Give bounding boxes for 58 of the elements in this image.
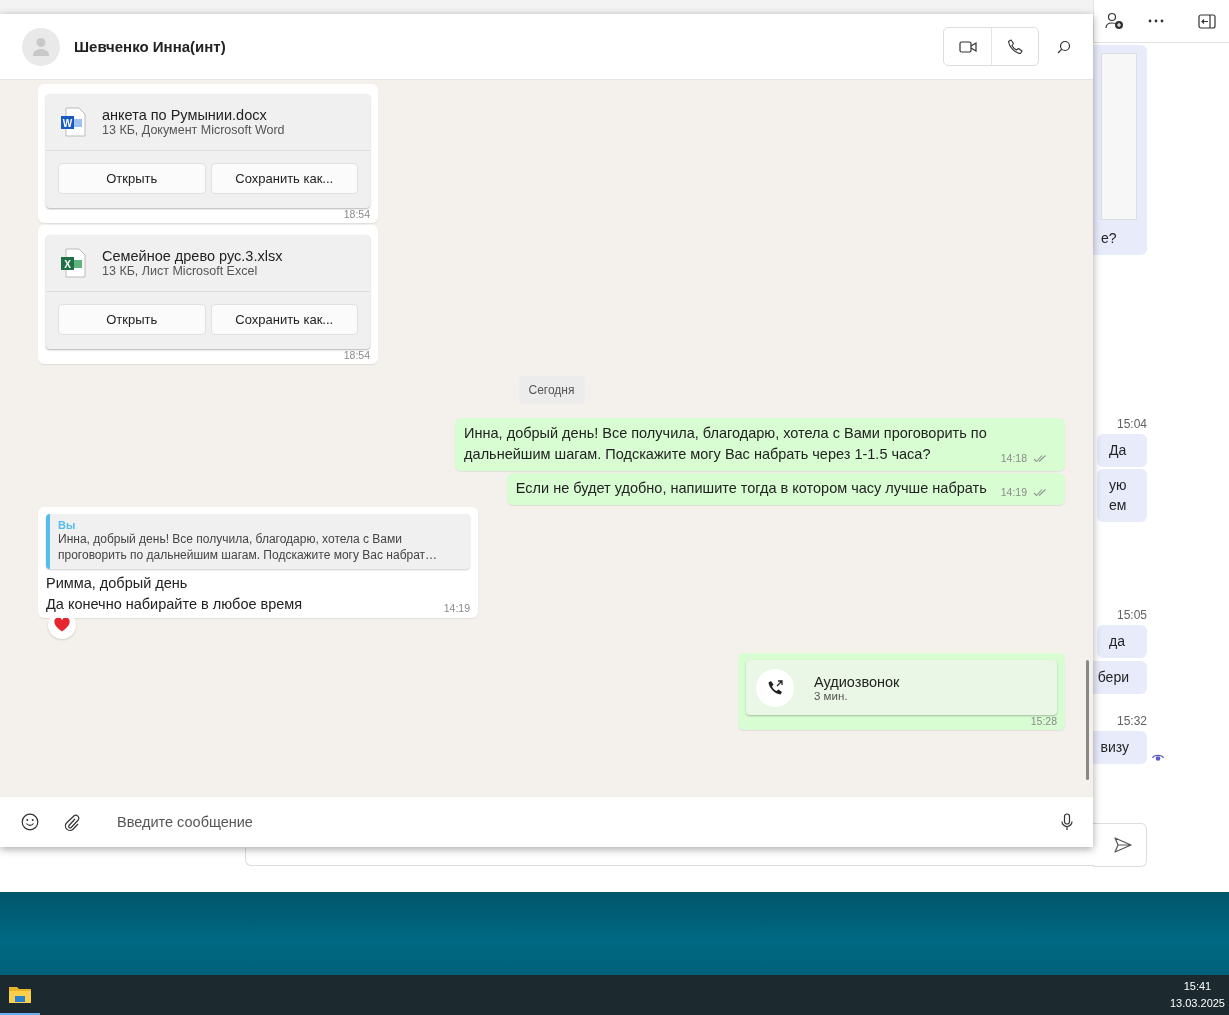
message-text: визу [1100,738,1129,757]
more-icon[interactable] [1148,19,1164,23]
quote-text: проговорить по дальнейшим шагам. Подскажите могу Вас набрат… [58,547,439,563]
message-text: да [1109,632,1126,651]
message-text: Римма, добрый день [46,574,189,593]
clock-date: 13.03.2025 [1169,996,1225,1011]
message-time: 15:05 [1116,608,1147,622]
message-text: дальнейшим шагам. Подскажите могу Вас набрать через 1-1.5 часа? [464,445,932,464]
file-details: 13 КБ, Документ Microsoft Word [102,123,285,137]
file-name: анкета по Румынии.docx [102,107,268,123]
microphone-icon[interactable] [1061,813,1073,831]
folder-icon [8,984,32,1004]
message-text: ую [1109,476,1128,495]
clock-time: 15:41 [1183,979,1212,994]
contact-name: Шевченко Инна(инт) [74,38,227,55]
quote-author: Вы [58,519,77,531]
message-time: 15:28 [1030,715,1057,727]
paperclip-icon[interactable] [64,813,80,831]
message-text: Инна, добрый день! Все получила, благодарю, хотела с Вами проговорить по [464,424,987,443]
open-button[interactable]: Открыть [58,163,206,194]
scrollbar[interactable] [1086,660,1089,780]
quoted-message[interactable]: Вы Инна, добрый день! Все получила, благодарю, хотела с Вами проговорить по дальнейшим шагам. Подскажите могу Вас набрат… [46,514,470,569]
message-time: 15:04 [1116,417,1147,431]
reaction-badge[interactable] [48,611,76,639]
video-camera-icon [958,40,977,53]
date-separator: Сегодня [518,376,585,404]
panel-icon[interactable] [1198,13,1216,29]
file-details: 13 КБ, Лист Microsoft Excel [102,264,259,278]
clock[interactable]: 15:41 13.03.2025 [1169,978,1229,1012]
heart-icon [54,618,70,632]
save-as-button[interactable]: Сохранить как... [210,163,358,194]
add-person-icon[interactable] [1104,12,1124,30]
message-text: бери [1097,668,1129,687]
quote-text: Инна, добрый день! Все получила, благодарю, хотела с Вами [58,531,403,547]
phone-icon [767,679,783,696]
person-icon [32,36,50,57]
open-button[interactable]: Открыть [58,304,206,335]
message-time: 18:54 [343,349,370,361]
message-text: Да [1109,441,1128,460]
phone-icon [1007,38,1023,55]
save-as-button[interactable]: Сохранить как... [210,304,358,335]
message-time: 15:32 [1116,714,1147,728]
message-time: 14:18 [1000,452,1027,464]
message-text: Если не будет удобно, напишите тогда в котором часу лучше набрать [515,479,987,498]
message-text: е? [1101,229,1118,248]
message-time: 14:19 [443,602,470,614]
message-time: 14:19 [1000,486,1027,498]
emoji-icon[interactable] [21,813,39,831]
message-input-field[interactable]: Введите сообщение [115,813,1036,831]
message-text: ем [1109,496,1128,515]
message-time: 18:54 [343,208,370,220]
send-icon[interactable] [1114,837,1132,853]
file-name: Семейное древо рус.3.xlsx [102,248,283,264]
call-card[interactable]: Аудиозвонок 3 мин. [746,660,1057,715]
message-text: Да конечно набирайте в любое время [46,595,303,614]
call-title: Аудиозвонок [814,673,900,690]
call-duration: 3 мин. [814,689,848,702]
search-icon[interactable] [1057,39,1071,54]
